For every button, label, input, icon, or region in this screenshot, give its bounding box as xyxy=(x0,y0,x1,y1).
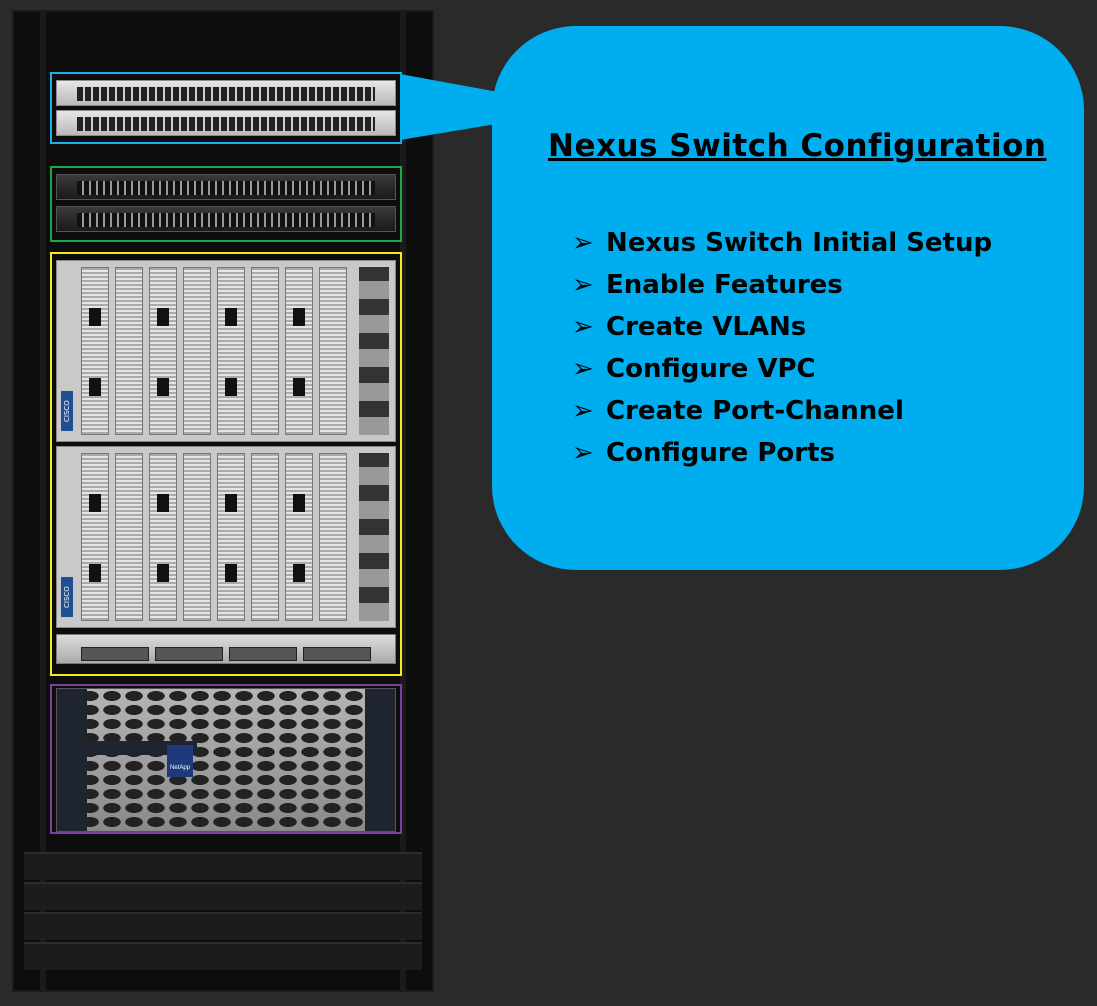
arrow-bullet-icon: ➢ xyxy=(572,438,594,468)
steps-list: ➢ Nexus Switch Initial Setup ➢ Enable Feat… xyxy=(572,222,992,474)
arrow-bullet-icon: ➢ xyxy=(572,354,594,384)
list-item: ➢ Configure Ports xyxy=(572,432,992,474)
list-item: ➢ Configure VPC xyxy=(572,348,992,390)
list-item: ➢ Enable Features xyxy=(572,264,992,306)
arrow-bullet-icon: ➢ xyxy=(572,270,594,300)
callout-title: Nexus Switch Configuration xyxy=(548,128,1047,164)
arrow-bullet-icon: ➢ xyxy=(572,396,594,426)
list-item: ➢ Create VLANs xyxy=(572,306,992,348)
arrow-bullet-icon: ➢ xyxy=(572,312,594,342)
arrow-bullet-icon: ➢ xyxy=(572,228,594,258)
list-item: ➢ Create Port-Channel xyxy=(572,390,992,432)
list-item: ➢ Nexus Switch Initial Setup xyxy=(572,222,992,264)
